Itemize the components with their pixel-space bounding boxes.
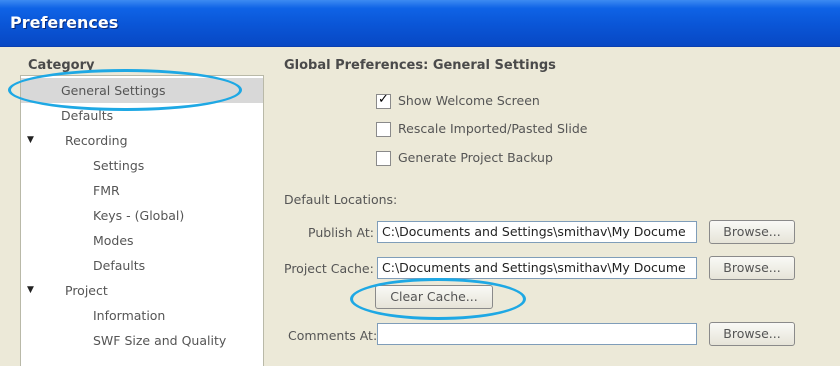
publish-at-input[interactable]: C:\Documents and Settings\smithav\My Doc… [377, 221, 697, 243]
tree-item-recording-settings[interactable]: Settings [21, 153, 263, 178]
tree-item-label: Information [93, 308, 166, 323]
tree-item-recording[interactable]: ▼ Recording [21, 128, 263, 153]
publish-browse-button[interactable]: Browse... [709, 220, 795, 244]
category-tree[interactable]: General Settings Defaults ▼ Recording Se… [20, 75, 264, 366]
tree-item-label: Keys - (Global) [93, 208, 185, 223]
tree-item-keys-global[interactable]: Keys - (Global) [21, 203, 263, 228]
checkbox-label: Rescale Imported/Pasted Slide [398, 121, 588, 136]
cache-browse-button[interactable]: Browse... [709, 256, 795, 280]
tree-item-defaults[interactable]: Defaults [21, 103, 263, 128]
tree-item-label: Project [65, 283, 108, 298]
tree-item-label: Settings [93, 158, 145, 173]
tree-item-label: General Settings [61, 83, 166, 98]
tree-item-label: FMR [93, 183, 120, 198]
publish-at-label: Publish At: [308, 225, 374, 240]
tree-item-label: Defaults [93, 258, 146, 273]
clear-cache-button[interactable]: Clear Cache... [375, 285, 493, 309]
tree-item-modes[interactable]: Modes [21, 228, 263, 253]
comments-at-input[interactable] [377, 323, 697, 345]
tree-item-general-settings[interactable]: General Settings [21, 78, 263, 103]
checkbox-label: Show Welcome Screen [398, 93, 540, 108]
project-cache-label: Project Cache: [284, 261, 374, 276]
tree-item-label: Recording [65, 133, 128, 148]
tree-item-recording-defaults[interactable]: Defaults [21, 253, 263, 278]
checkbox-box[interactable] [376, 151, 391, 166]
default-locations-label: Default Locations: [284, 192, 398, 207]
tree-item-fmr[interactable]: FMR [21, 178, 263, 203]
page-title: Global Preferences: General Settings [284, 58, 556, 73]
tree-item-project[interactable]: ▼ Project [21, 278, 263, 303]
comments-browse-button[interactable]: Browse... [709, 322, 795, 346]
project-cache-input[interactable]: C:\Documents and Settings\smithav\My Doc… [377, 257, 697, 279]
title-bar: Preferences [0, 0, 840, 47]
tree-item-swf-size-quality[interactable]: SWF Size and Quality [21, 328, 263, 353]
tree-item-label: SWF Size and Quality [93, 333, 227, 348]
comments-at-label: Comments At: [288, 328, 378, 343]
category-heading: Category [28, 58, 95, 73]
checkbox-box[interactable]: ✓ [376, 92, 391, 109]
checkbox-box[interactable] [376, 122, 391, 137]
expand-arrow-icon[interactable]: ▼ [27, 278, 34, 303]
tree-item-project-information[interactable]: Information [21, 303, 263, 328]
checkmark-icon: ✓ [378, 92, 389, 107]
window-title: Preferences [10, 13, 119, 32]
tree-item-label: Modes [93, 233, 134, 248]
checkbox-label: Generate Project Backup [398, 150, 553, 165]
tree-item-label: Defaults [61, 108, 114, 123]
expand-arrow-icon[interactable]: ▼ [27, 128, 34, 153]
